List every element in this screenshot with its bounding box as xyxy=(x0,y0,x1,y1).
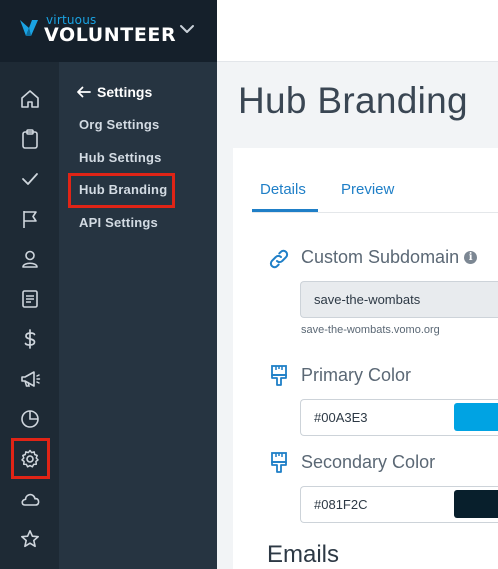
paintbrush-icon xyxy=(271,365,287,386)
chevron-down-icon[interactable] xyxy=(178,20,196,38)
logo-text: VOLUNTEER xyxy=(44,24,177,46)
subdomain-label: Custom Subdomain i xyxy=(301,247,478,268)
person-icon[interactable] xyxy=(17,246,43,272)
clipboard-icon[interactable] xyxy=(17,126,43,152)
submenu-item-org-settings[interactable]: Org Settings xyxy=(79,117,159,132)
home-icon[interactable] xyxy=(17,86,43,112)
active-tab-indicator xyxy=(252,209,318,212)
primary-color-label: Primary Color xyxy=(301,365,411,386)
subdomain-label-text: Custom Subdomain xyxy=(301,247,460,267)
subdomain-input[interactable]: save-the-wombats xyxy=(300,281,498,318)
flag-icon[interactable] xyxy=(17,206,43,232)
gear-highlight xyxy=(11,438,50,479)
subdomain-helper-text: save-the-wombats.vomo.org xyxy=(301,324,440,336)
tab-preview[interactable]: Preview xyxy=(341,181,394,198)
secondary-color-label: Secondary Color xyxy=(301,452,435,473)
tab-details[interactable]: Details xyxy=(260,181,306,198)
pie-chart-icon[interactable] xyxy=(17,406,43,432)
submenu-item-api-settings[interactable]: API Settings xyxy=(79,215,158,230)
cloud-icon[interactable] xyxy=(17,486,43,512)
back-label: Settings xyxy=(97,84,153,100)
submenu-item-hub-settings[interactable]: Hub Settings xyxy=(79,150,162,165)
link-icon xyxy=(269,249,289,269)
settings-submenu xyxy=(59,62,217,569)
document-icon[interactable] xyxy=(17,286,43,312)
tab-divider xyxy=(252,212,498,213)
megaphone-icon[interactable] xyxy=(17,366,43,392)
arrow-left-icon xyxy=(77,86,91,98)
secondary-color-label-text: Secondary Color xyxy=(301,452,436,472)
primary-color-swatch[interactable] xyxy=(454,403,498,431)
paintbrush-icon xyxy=(271,452,287,473)
info-icon[interactable]: i xyxy=(464,251,478,264)
secondary-color-swatch[interactable] xyxy=(454,490,498,518)
hub-branding-highlight xyxy=(68,173,175,208)
emails-section-title: Emails xyxy=(267,541,340,568)
primary-color-label-text: Primary Color xyxy=(301,365,412,385)
dollar-icon[interactable] xyxy=(17,326,43,352)
brand-bar: virtuous VOLUNTEER xyxy=(0,0,217,62)
primary-color-value: #00A3E3 xyxy=(314,410,368,425)
secondary-color-value: #081F2C xyxy=(314,497,368,512)
top-bar xyxy=(217,0,498,62)
back-to-settings-link[interactable]: Settings xyxy=(76,84,152,100)
star-icon[interactable] xyxy=(17,526,43,552)
logo-icon xyxy=(20,20,38,36)
page-title: Hub Branding xyxy=(238,80,468,121)
checkmark-icon[interactable] xyxy=(17,166,43,192)
